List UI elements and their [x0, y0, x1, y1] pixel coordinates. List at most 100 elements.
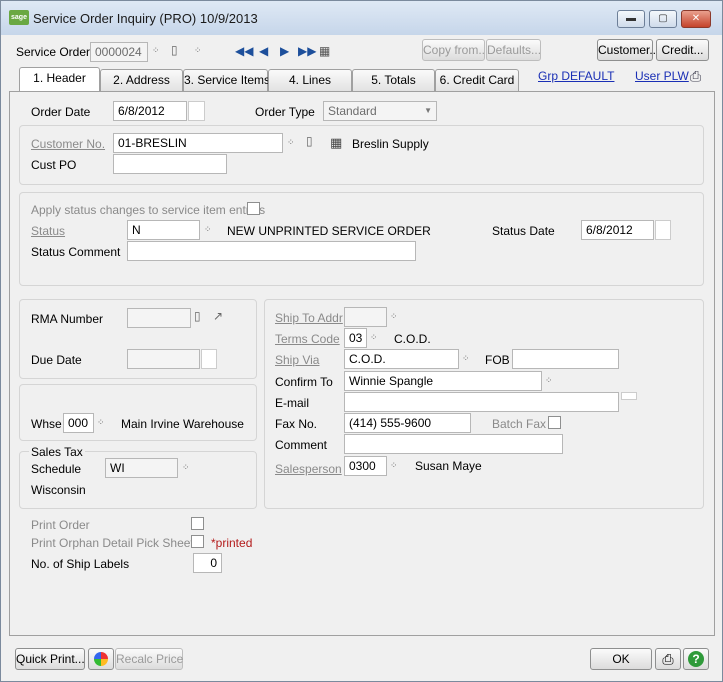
help-button[interactable]: ?: [683, 648, 709, 670]
customer-button[interactable]: Customer...: [597, 39, 659, 61]
schedule-field[interactable]: WI: [105, 458, 178, 478]
due-date-calendar-button[interactable]: [201, 349, 217, 369]
customer-no-label[interactable]: Customer No.: [31, 137, 105, 151]
salesperson-field[interactable]: 0300: [344, 456, 387, 476]
rma-number-label: RMA Number: [31, 312, 104, 326]
quick-print-button[interactable]: Quick Print...: [15, 648, 85, 670]
ship-labels-label: No. of Ship Labels: [31, 557, 130, 571]
close-button[interactable]: ✕: [681, 10, 711, 28]
maximize-button[interactable]: ▢: [649, 10, 677, 28]
zoom-icon[interactable]: ⁘: [194, 45, 202, 56]
schedule-description: Wisconsin: [31, 483, 86, 497]
email-field[interactable]: [344, 392, 619, 412]
status-comment-label: Status Comment: [31, 245, 121, 259]
printer-icon[interactable]: ⎙: [690, 68, 701, 85]
status-date-field[interactable]: 6/8/2012: [581, 220, 654, 240]
service-order-inquiry-window: sage Service Order Inquiry (PRO) 10/9/20…: [0, 0, 723, 682]
fob-field[interactable]: [512, 349, 619, 369]
calendar-list-icon[interactable]: ▦: [319, 44, 330, 58]
terms-code-field[interactable]: 03: [344, 328, 367, 348]
status-lookup-icon[interactable]: ⁘: [204, 224, 212, 235]
status-field[interactable]: N: [127, 220, 200, 240]
ship-to-lookup-icon[interactable]: ⁘: [390, 311, 398, 322]
last-record-icon[interactable]: ▶▶: [298, 44, 316, 58]
print-order-checkbox[interactable]: [191, 517, 204, 530]
status-label[interactable]: Status: [31, 224, 65, 238]
tab-header[interactable]: 1. Header: [19, 67, 100, 91]
tab-totals[interactable]: 5. Totals: [352, 69, 435, 91]
order-date-calendar-button[interactable]: [188, 101, 205, 121]
customer-document-icon[interactable]: ▯: [306, 134, 313, 148]
apply-status-checkbox[interactable]: [247, 202, 260, 215]
rma-arrow-icon[interactable]: ↗: [213, 309, 223, 323]
chevron-down-icon: ▼: [424, 106, 432, 115]
defaults-button[interactable]: Defaults...: [486, 39, 541, 61]
email-expand-button[interactable]: [621, 392, 637, 400]
cust-po-field[interactable]: [113, 154, 227, 174]
ship-to-addr-field[interactable]: [344, 307, 387, 327]
cust-po-label: Cust PO: [31, 158, 77, 172]
batch-fax-checkbox[interactable]: [548, 416, 561, 429]
first-record-icon[interactable]: ◀◀: [235, 44, 253, 58]
comment-label: Comment: [275, 438, 328, 452]
print-order-label: Print Order: [31, 518, 90, 532]
user-link[interactable]: User PLW: [635, 69, 689, 83]
minimize-button[interactable]: ▬: [617, 10, 645, 28]
confirm-to-lookup-icon[interactable]: ⁘: [545, 375, 553, 386]
status-date-label: Status Date: [492, 224, 555, 238]
customer-lookup-icon[interactable]: ⁘: [287, 137, 295, 148]
tab-lines[interactable]: 4. Lines: [268, 69, 352, 91]
fax-no-field[interactable]: (414) 555-9600: [344, 413, 471, 433]
ship-via-field[interactable]: C.O.D.: [344, 349, 459, 369]
fob-label: FOB: [485, 353, 510, 367]
window-title: Service Order Inquiry (PRO) 10/9/2013: [33, 11, 258, 26]
customer-no-field[interactable]: 01-BRESLIN: [113, 133, 283, 153]
print-orphan-label: Print Orphan Detail Pick Sheets: [31, 536, 200, 550]
sales-tax-label: Sales Tax: [29, 445, 85, 459]
due-date-field[interactable]: [127, 349, 200, 369]
status-date-calendar-button[interactable]: [655, 220, 671, 240]
order-type-select[interactable]: Standard ▼: [323, 101, 437, 121]
service-order-label: Service Order: [16, 45, 91, 59]
whse-label: Whse: [31, 417, 62, 431]
whse-field[interactable]: 000: [63, 413, 94, 433]
ok-button[interactable]: OK: [590, 648, 652, 670]
group-default-link[interactable]: Grp DEFAULT: [538, 69, 614, 83]
ship-labels-field[interactable]: 0: [193, 553, 222, 573]
schedule-label: Schedule: [31, 462, 82, 476]
recalc-price-button[interactable]: Recalc Price: [115, 648, 183, 670]
next-record-icon[interactable]: ▶: [280, 44, 289, 58]
terms-code-label[interactable]: Terms Code: [275, 332, 340, 346]
ship-via-label[interactable]: Ship Via: [275, 353, 319, 367]
service-order-field[interactable]: 0000024: [90, 42, 148, 62]
schedule-lookup-icon[interactable]: ⁘: [182, 462, 190, 473]
tab-address[interactable]: 2. Address: [100, 69, 183, 91]
whse-lookup-icon[interactable]: ⁘: [97, 417, 105, 428]
printed-note: *printed: [211, 536, 253, 550]
tab-service-items[interactable]: 3. Service Items: [183, 69, 270, 91]
ship-to-addr-label[interactable]: Ship To Addr: [275, 311, 343, 325]
salesperson-lookup-icon[interactable]: ⁘: [390, 460, 398, 471]
status-comment-field[interactable]: [127, 241, 416, 261]
rma-document-icon[interactable]: ▯: [194, 309, 201, 323]
terms-description: C.O.D.: [394, 332, 431, 346]
ship-via-lookup-icon[interactable]: ⁘: [462, 353, 470, 364]
comment-field[interactable]: [344, 434, 563, 454]
lookup-icon[interactable]: ⁘: [152, 45, 160, 56]
customer-calendar-icon[interactable]: ▦: [330, 135, 342, 151]
status-description: NEW UNPRINTED SERVICE ORDER: [227, 224, 431, 238]
rma-number-field[interactable]: [127, 308, 191, 328]
print-orphan-checkbox[interactable]: [191, 535, 204, 548]
document-icon[interactable]: ▯: [171, 43, 178, 57]
print-button[interactable]: ⎙: [655, 648, 681, 670]
previous-record-icon[interactable]: ◀: [259, 44, 268, 58]
credit-button[interactable]: Credit...: [656, 39, 709, 61]
terms-lookup-icon[interactable]: ⁘: [370, 332, 378, 343]
color-wheel-button[interactable]: [88, 648, 114, 670]
salesperson-label[interactable]: Salesperson: [275, 462, 342, 476]
tab-credit-card[interactable]: 6. Credit Card: [435, 69, 519, 91]
confirm-to-field[interactable]: Winnie Spangle: [344, 371, 542, 391]
customer-name: Breslin Supply: [352, 137, 429, 151]
copy-from-button[interactable]: Copy from...: [422, 39, 488, 61]
order-date-field[interactable]: 6/8/2012: [113, 101, 187, 121]
